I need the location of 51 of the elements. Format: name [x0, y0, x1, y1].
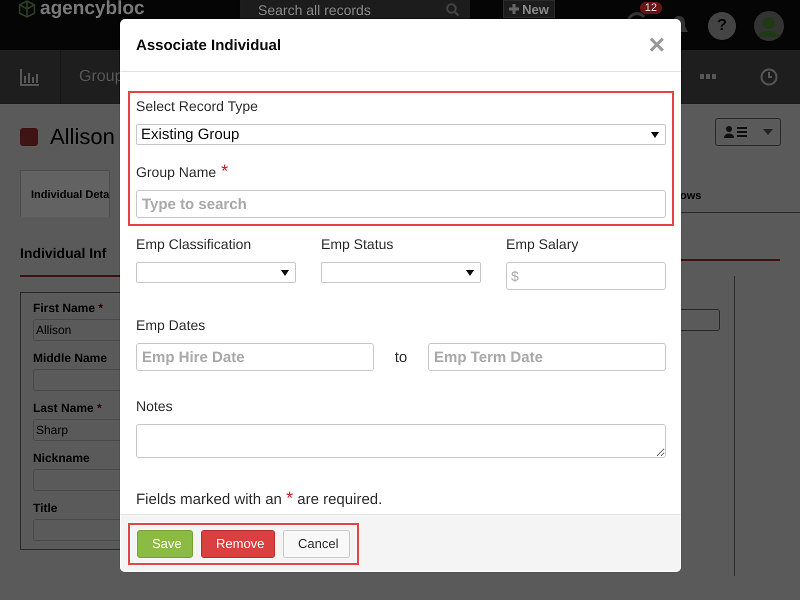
close-button[interactable]: ×	[648, 31, 665, 59]
separator-text: to	[394, 348, 408, 366]
field-label: First Name *	[33, 301, 104, 315]
input-field[interactable]	[33, 469, 120, 491]
input-field[interactable]	[33, 369, 120, 391]
field-label: Emp Salary	[506, 235, 580, 253]
more-icon[interactable]	[700, 74, 716, 80]
caret-icon	[466, 270, 474, 276]
record-title: Allison	[50, 124, 115, 150]
caret-icon[interactable]	[762, 129, 772, 135]
person-list-icon[interactable]	[724, 125, 748, 139]
field-label: Group Name *	[136, 162, 230, 181]
help-icon[interactable]: ?	[708, 12, 736, 40]
field-label: Nickname	[33, 451, 91, 465]
field-label: Emp Dates	[136, 316, 206, 334]
notes-field[interactable]	[136, 424, 666, 458]
field-label: Emp Status	[321, 235, 394, 253]
field-label: Title	[33, 501, 58, 515]
caret-icon	[281, 270, 289, 276]
tab[interactable]: Individual Deta	[20, 170, 110, 217]
dialog-button[interactable]: Save	[137, 530, 193, 558]
field-label: Notes	[136, 397, 174, 415]
field-label: Middle Name	[33, 351, 108, 365]
logo-text[interactable]: agencybloc	[40, 0, 145, 18]
plus-icon	[509, 4, 520, 14]
bar-chart-icon[interactable]	[20, 68, 40, 86]
clock-icon[interactable]	[760, 68, 778, 86]
notification-badge: 12	[640, 2, 662, 14]
record-color-icon	[20, 128, 38, 146]
avatar-icon[interactable]	[754, 10, 784, 40]
input-field[interactable]: $	[506, 262, 666, 290]
search-bar[interactable]: Search all records	[240, 0, 470, 19]
view-toggle-button[interactable]	[715, 118, 781, 146]
cube-logo-icon	[18, 0, 36, 18]
search-icon[interactable]	[446, 2, 460, 16]
dialog-title: Associate Individual	[136, 36, 282, 54]
caret-icon	[651, 132, 659, 138]
input-field[interactable]: Allison	[33, 319, 120, 341]
field-label: Select Record Type	[136, 97, 259, 115]
input-field[interactable]	[33, 519, 120, 541]
field-label: Emp Classification	[136, 235, 252, 253]
tab[interactable]: ows	[680, 182, 702, 202]
field-label: Last Name *	[33, 401, 103, 415]
input-field[interactable]: Sharp	[33, 419, 120, 441]
dropdown[interactable]	[136, 262, 296, 283]
dropdown[interactable]	[321, 262, 481, 283]
record-type-dropdown[interactable]: Existing Group	[136, 124, 666, 145]
required-note: Fields marked with an * are required.	[136, 488, 384, 509]
dialog-button[interactable]: Remove	[201, 530, 275, 558]
dialog-button[interactable]: Cancel	[283, 530, 350, 558]
new-button[interactable]: New	[503, 0, 555, 18]
